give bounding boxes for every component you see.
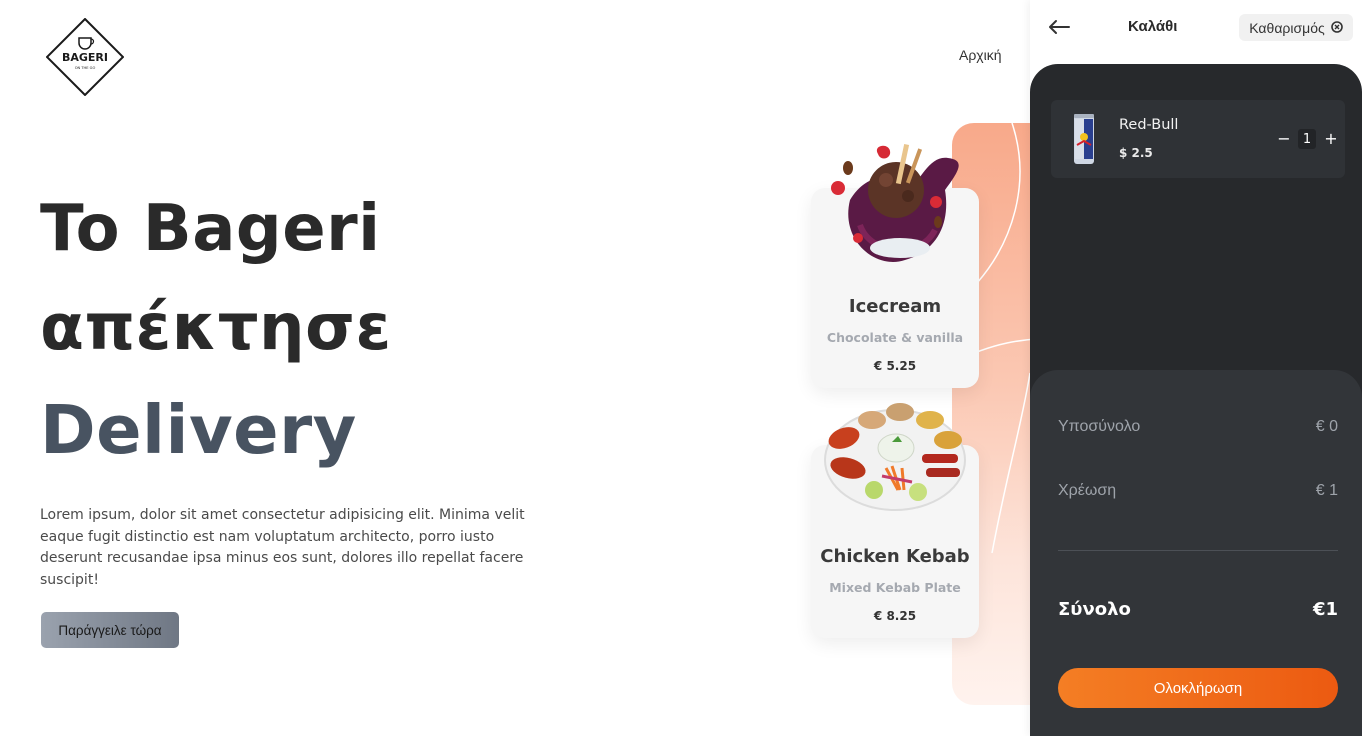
- quantity-value: 1: [1298, 129, 1316, 149]
- brand-logo[interactable]: BAGERI ON THE GO: [46, 18, 124, 96]
- nav-link-home[interactable]: Αρχική: [959, 47, 1002, 63]
- hero-title-line-1: To Bageri: [40, 192, 381, 266]
- food-description: Mixed Kebab Plate: [829, 580, 961, 595]
- clear-cart-label: Καθαρισμός: [1249, 19, 1325, 36]
- food-price: € 5.25: [873, 359, 917, 373]
- logo-text: BAGERI: [62, 51, 108, 64]
- order-now-button[interactable]: Παράγγειλε τώρα: [41, 612, 179, 648]
- total-label: Σύνολο: [1058, 599, 1131, 620]
- back-arrow-icon[interactable]: [1046, 14, 1072, 40]
- close-circle-icon: [1330, 20, 1343, 36]
- hero-title-line-3: Delivery: [40, 391, 357, 469]
- hero-description: Lorem ipsum, dolor sit amet consectetur …: [40, 507, 525, 588]
- food-description: Chocolate & vanilla: [826, 330, 964, 345]
- chicken-kebab-image: [822, 398, 968, 514]
- cart-panel: Καλάθι Καθαρισμός Red-Bull $ 2.5 − 1 + Υ…: [1030, 0, 1362, 736]
- cart-title: Καλάθι: [1128, 18, 1178, 35]
- increase-quantity-button[interactable]: +: [1323, 128, 1339, 148]
- decrease-quantity-button[interactable]: −: [1276, 128, 1292, 148]
- cart-item-price: $ 2.5: [1119, 146, 1153, 160]
- cart-header: Καλάθι Καθαρισμός: [1030, 0, 1362, 58]
- clear-cart-button[interactable]: Καθαρισμός: [1239, 14, 1353, 41]
- total-row: Σύνολο €1: [1058, 599, 1338, 620]
- fee-value: € 1: [1315, 482, 1338, 499]
- icecream-image: [820, 130, 970, 278]
- fee-row: Χρέωση € 1: [1058, 482, 1338, 500]
- logo-subtext: ON THE GO: [75, 66, 96, 70]
- cart-item: Red-Bull $ 2.5 − 1 +: [1051, 100, 1345, 178]
- subtotal-row: Υποσύνολο € 0: [1058, 418, 1338, 436]
- food-name: Icecream: [848, 296, 942, 317]
- cart-item-name: Red-Bull: [1119, 117, 1179, 133]
- summary-divider: [1058, 550, 1338, 551]
- food-name: Chicken Kebab: [820, 546, 970, 567]
- cart-summary: Υποσύνολο € 0 Χρέωση € 1 Σύνολο €1 Ολοκλ…: [1030, 370, 1362, 736]
- subtotal-value: € 0: [1315, 418, 1338, 435]
- red-bull-can-image: [1071, 113, 1097, 165]
- food-price: € 8.25: [873, 609, 917, 623]
- checkout-button[interactable]: Ολοκλήρωση: [1058, 668, 1338, 708]
- subtotal-label: Υποσύνολο: [1058, 418, 1141, 435]
- total-value: €1: [1312, 599, 1338, 620]
- fee-label: Χρέωση: [1058, 482, 1117, 499]
- cart-body: Red-Bull $ 2.5 − 1 + Υποσύνολο € 0 Χρέωσ…: [1030, 64, 1362, 736]
- hero-title-line-2: απέκτησε: [40, 291, 392, 365]
